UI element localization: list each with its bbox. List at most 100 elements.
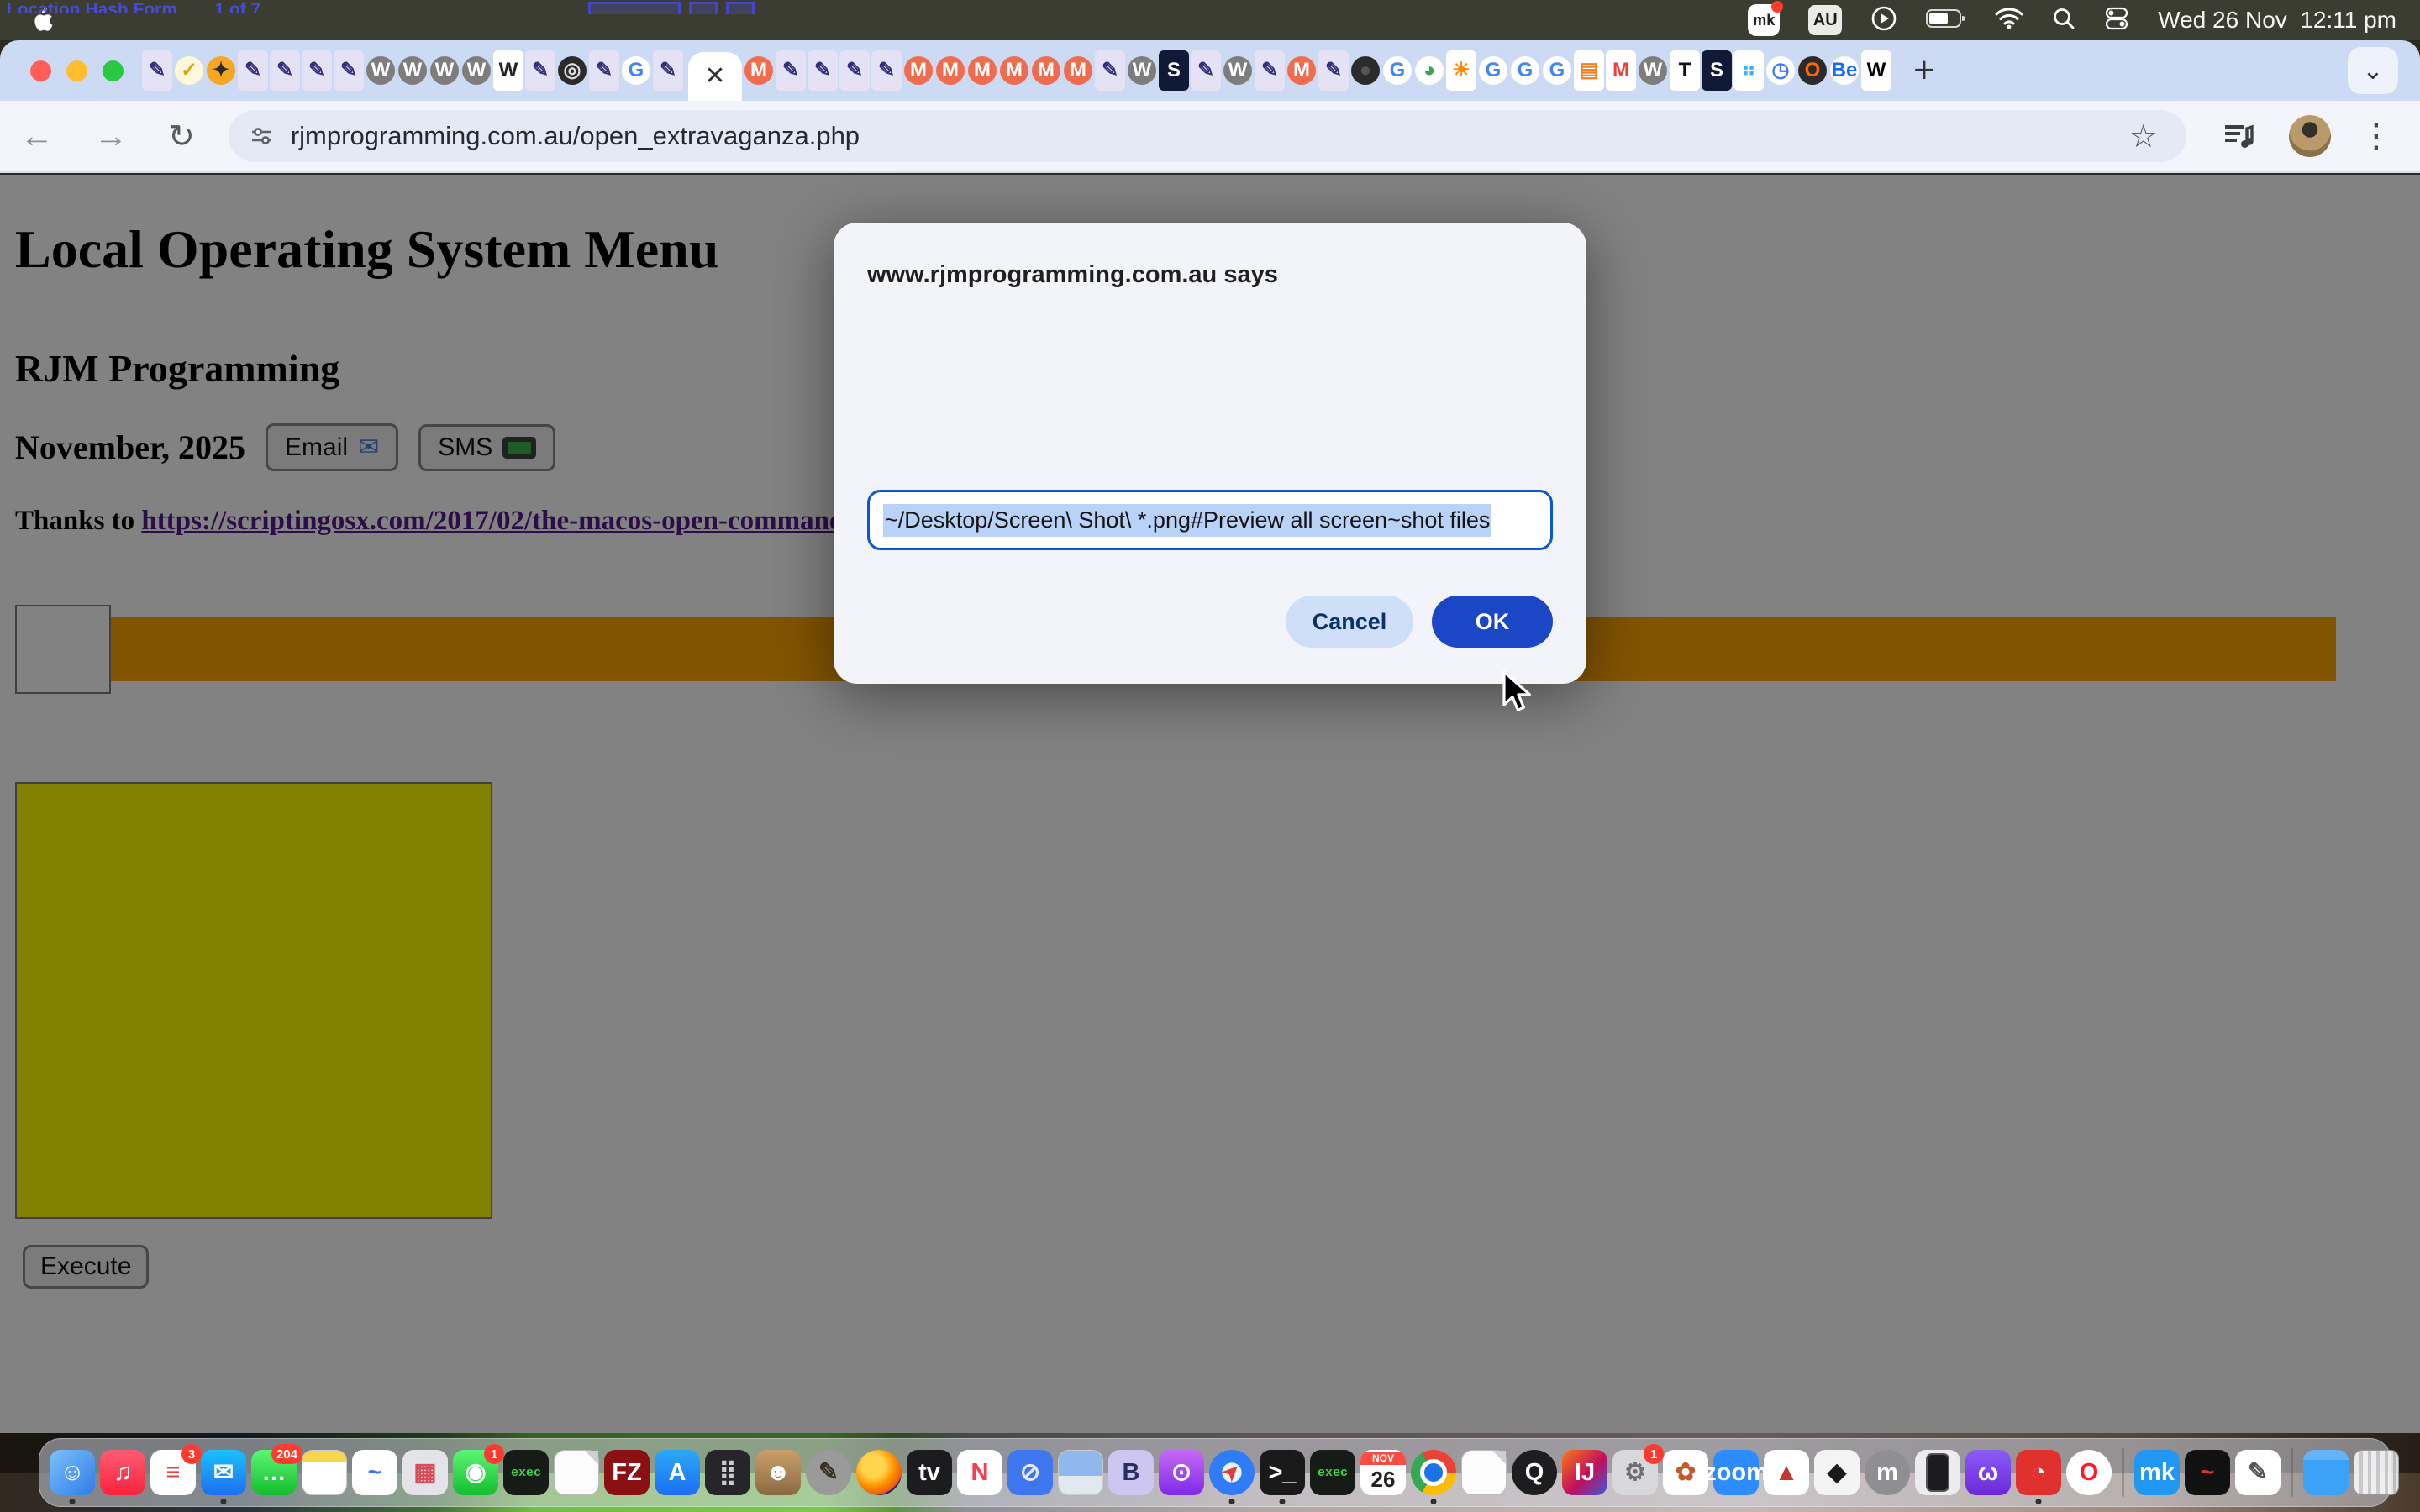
- battery-icon[interactable]: [1926, 8, 1966, 33]
- tab-favicon-o[interactable]: O: [1798, 56, 1827, 85]
- tab-favicon-clock[interactable]: ◷: [1766, 56, 1795, 85]
- minimize-window-button[interactable]: [66, 60, 87, 81]
- tab-favicon-m[interactable]: M: [1064, 56, 1092, 85]
- tab-favicon-g[interactable]: G: [1511, 56, 1539, 85]
- menu-item[interactable]: [255, 7, 292, 33]
- dock-audio-app[interactable]: ~: [2185, 1450, 2230, 1495]
- dock-filezilla[interactable]: FZ: [604, 1450, 650, 1495]
- dock-intellij[interactable]: IJ: [1562, 1450, 1607, 1495]
- tab-favicon-pencil[interactable]: ✎: [302, 50, 332, 91]
- dock-chrome[interactable]: [1411, 1450, 1456, 1495]
- dock-reminders[interactable]: ≡ 3: [150, 1450, 196, 1495]
- tab-favicon-wp[interactable]: W: [398, 56, 427, 85]
- reload-button[interactable]: ↻: [148, 118, 215, 155]
- menu-item[interactable]: [292, 7, 329, 33]
- dock-blocked-app[interactable]: ⊘: [1007, 1450, 1053, 1495]
- tab-favicon-pencil[interactable]: ✎: [334, 50, 364, 91]
- tab-favicon-pencil[interactable]: ✎: [871, 50, 902, 91]
- dock-launchpad[interactable]: ▦: [402, 1450, 448, 1495]
- dock-iphone-mirroring[interactable]: [1915, 1450, 1960, 1495]
- tab-favicon-pencil[interactable]: ✎: [589, 50, 619, 91]
- url-text[interactable]: rjmprogramming.com.au/open_extravaganza.…: [291, 121, 2129, 151]
- dock-settings[interactable]: ⚙ 1: [1612, 1450, 1658, 1495]
- tab-favicon-sun[interactable]: ☀: [1446, 50, 1476, 91]
- dock-news[interactable]: N: [957, 1450, 1002, 1495]
- tab-favicon-m[interactable]: M: [1287, 56, 1316, 85]
- dock-cat-app[interactable]: ω: [1965, 1450, 2011, 1495]
- control-center-icon[interactable]: [2104, 6, 2129, 35]
- browser-menu-icon[interactable]: ⋮: [2331, 117, 2418, 155]
- spotlight-search-icon[interactable]: [2052, 7, 2075, 34]
- tab-favicon-wp[interactable]: W: [462, 56, 491, 85]
- dock-paint-app[interactable]: ✿: [1663, 1450, 1708, 1495]
- tab-favicon-pencil[interactable]: ✎: [1318, 50, 1349, 91]
- tab-favicon-s[interactable]: S: [1159, 50, 1189, 91]
- tab-favicon-wp[interactable]: W: [1639, 56, 1667, 85]
- tab-favicon-pie[interactable]: ◕: [1415, 56, 1444, 85]
- menu-item[interactable]: [403, 7, 440, 33]
- prompt-input-value[interactable]: ~/Desktop/Screen\ Shot\ *.png#Preview al…: [883, 504, 1491, 537]
- dock-gimp[interactable]: ✎: [806, 1450, 851, 1495]
- tab-favicon-wiki[interactable]: W: [493, 50, 523, 91]
- dock-calculator[interactable]: ⣿: [705, 1450, 750, 1495]
- tab-favicon-pencil[interactable]: ✎: [839, 50, 870, 91]
- dock-document[interactable]: [554, 1450, 599, 1495]
- tab-favicon-dark[interactable]: ●: [1351, 56, 1380, 85]
- tab-favicon-wp[interactable]: W: [430, 56, 459, 85]
- tab-favicon-pencil[interactable]: ✎: [1255, 50, 1285, 91]
- tab-favicon-flame[interactable]: ✦: [207, 56, 235, 85]
- tab-favicon-g[interactable]: G: [622, 56, 650, 85]
- tab-favicon-pencil[interactable]: ✎: [238, 50, 268, 91]
- tab-favicon-chromeDark[interactable]: ◎: [558, 56, 587, 85]
- tab-favicon-g[interactable]: G: [1383, 56, 1412, 85]
- input-source-badge[interactable]: AU: [1808, 5, 1842, 35]
- menu-item[interactable]: [366, 7, 403, 33]
- dock-music[interactable]: ♫: [100, 1450, 145, 1495]
- dock-mail[interactable]: ✉: [201, 1450, 246, 1495]
- tab-favicon-pencil[interactable]: ✎: [1191, 50, 1221, 91]
- close-window-button[interactable]: [30, 60, 51, 81]
- dock-cmake[interactable]: ▲: [1764, 1450, 1809, 1495]
- tab-favicon-dots[interactable]: ⠶: [1733, 50, 1764, 91]
- dock-safari[interactable]: ➤: [1209, 1450, 1255, 1495]
- new-tab-button[interactable]: +: [1891, 50, 1957, 92]
- tab-favicon-wp[interactable]: W: [366, 56, 395, 85]
- tab-favicon-be[interactable]: Be: [1830, 56, 1859, 85]
- mk-status-icon[interactable]: mk: [1748, 4, 1780, 36]
- dock-app-store[interactable]: A: [655, 1450, 700, 1495]
- tab-favicon-m[interactable]: M: [1032, 56, 1060, 85]
- wifi-icon[interactable]: [1995, 8, 2023, 34]
- dock-zoom[interactable]: zoom: [1713, 1450, 1759, 1495]
- zoom-window-button[interactable]: [103, 60, 124, 81]
- tab-favicon-g[interactable]: G: [1543, 56, 1571, 85]
- dock-messages[interactable]: … 204: [251, 1450, 297, 1495]
- profile-avatar[interactable]: [2289, 115, 2331, 157]
- dock-mamp-elephant[interactable]: m: [1865, 1450, 1910, 1495]
- dock-opera[interactable]: O: [2066, 1450, 2112, 1495]
- tab-favicon-so[interactable]: ▤: [1574, 50, 1604, 91]
- tab-favicon-wp[interactable]: W: [1223, 56, 1252, 85]
- dock-notes[interactable]: [302, 1450, 347, 1495]
- dock-photos-app[interactable]: [1058, 1450, 1103, 1495]
- tab-favicon-nyt[interactable]: T: [1670, 50, 1700, 91]
- tab-favicon-wp[interactable]: W: [1128, 56, 1156, 85]
- dock-freeform[interactable]: ~: [352, 1450, 397, 1495]
- ok-button[interactable]: OK: [1432, 596, 1553, 648]
- tab-favicon-m[interactable]: M: [968, 56, 997, 85]
- media-controls-icon[interactable]: [2223, 122, 2255, 150]
- tab-favicon-pencil[interactable]: ✎: [270, 50, 300, 91]
- dock-bbedit[interactable]: B: [1108, 1450, 1154, 1495]
- play-icon[interactable]: [1870, 5, 1897, 36]
- forward-button[interactable]: →: [74, 118, 148, 155]
- dock-calendar[interactable]: NOV 26: [1360, 1450, 1406, 1495]
- dock-downloads-folder[interactable]: [2303, 1450, 2349, 1495]
- tab-favicon-check[interactable]: ✓: [175, 56, 203, 85]
- dock-apple-tv[interactable]: tv: [907, 1450, 952, 1495]
- dock-mk-app[interactable]: mk: [2134, 1450, 2180, 1495]
- tab-favicon-m[interactable]: M: [904, 56, 933, 85]
- menu-item[interactable]: [329, 7, 366, 33]
- dock-finder[interactable]: ☺: [50, 1450, 95, 1495]
- tab-favicon-pencil[interactable]: ✎: [142, 50, 172, 91]
- menubar-clock[interactable]: Wed 26 Nov 12:11 pm: [2158, 7, 2396, 34]
- dock-textedit[interactable]: ✎: [2235, 1450, 2281, 1495]
